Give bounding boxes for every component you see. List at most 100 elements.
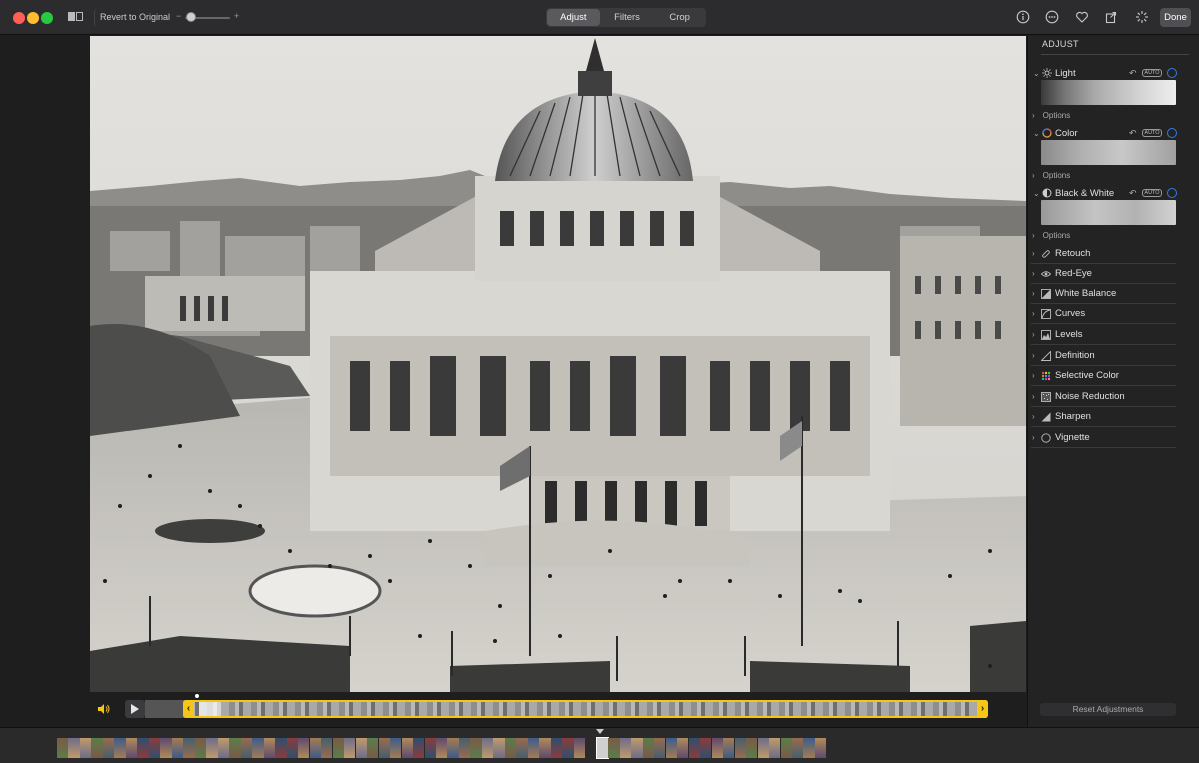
undo-icon[interactable]: ↶: [1129, 68, 1137, 79]
tool-row-white-balance[interactable]: › White Balance: [1031, 284, 1176, 304]
filmstrip-thumbnail[interactable]: [585, 738, 596, 758]
filmstrip-thumbnail[interactable]: [608, 738, 620, 758]
filmstrip-thumbnail[interactable]: [780, 738, 792, 758]
filmstrip-thumbnail[interactable]: [447, 738, 459, 758]
filmstrip-thumbnail[interactable]: [183, 738, 195, 758]
filmstrip-thumbnail[interactable]: [677, 738, 689, 758]
filmstrip-thumbnail[interactable]: [631, 738, 643, 758]
trim-start-handle[interactable]: ‹: [183, 700, 194, 718]
filmstrip-thumbnail[interactable]: [275, 738, 287, 758]
tab-crop[interactable]: Crop: [653, 8, 706, 27]
filmstrip-thumbnail[interactable]: [746, 738, 758, 758]
options-toggle[interactable]: › Options: [1032, 111, 1070, 120]
filmstrip-thumbnail[interactable]: [481, 738, 494, 758]
toggle-ring-icon[interactable]: [1167, 188, 1177, 198]
chevron-down-icon[interactable]: ⌄: [1033, 69, 1040, 78]
filmstrip-thumbnail[interactable]: [413, 738, 425, 758]
compare-icon[interactable]: [68, 11, 84, 23]
filmstrip-thumbnail[interactable]: [493, 738, 505, 758]
filmstrip-thumbnail[interactable]: [619, 738, 632, 758]
filmstrip-thumbnail[interactable]: [734, 738, 746, 758]
trim-range[interactable]: ‹ ›: [183, 700, 988, 718]
filmstrip-thumbnail[interactable]: [68, 738, 80, 758]
filmstrip-thumbnail[interactable]: [665, 738, 677, 758]
toggle-ring-icon[interactable]: [1167, 68, 1177, 78]
filmstrip-thumbnail[interactable]: [527, 738, 540, 758]
filmstrip-thumbnail[interactable]: [562, 738, 574, 758]
filmstrip-thumbnail[interactable]: [595, 737, 610, 759]
filmstrip-thumbnail[interactable]: [355, 738, 367, 758]
filmstrip-thumbnail[interactable]: [148, 738, 161, 758]
filmstrip-thumbnail[interactable]: [252, 738, 264, 758]
chevron-down-icon[interactable]: ⌄: [1033, 189, 1040, 198]
filmstrip-thumbnail[interactable]: [263, 738, 276, 758]
filmstrip-thumbnail[interactable]: [194, 738, 207, 758]
filmstrip-thumbnail[interactable]: [642, 738, 654, 758]
filmstrip-thumbnail[interactable]: [424, 738, 436, 758]
tool-row-levels[interactable]: › Levels: [1031, 325, 1176, 345]
close-window-button[interactable]: [13, 12, 25, 24]
info-icon[interactable]: [1016, 10, 1030, 24]
playhead-marker[interactable]: [195, 694, 199, 698]
reset-adjustments-button[interactable]: Reset Adjustments: [1040, 703, 1176, 716]
filmstrip-thumbnail[interactable]: [217, 738, 230, 758]
tab-filters[interactable]: Filters: [601, 8, 654, 27]
toggle-ring-icon[interactable]: [1167, 128, 1177, 138]
filmstrip-thumbnail[interactable]: [458, 738, 471, 758]
filmstrip-thumbnail[interactable]: [125, 738, 138, 758]
filmstrip-thumbnail[interactable]: [57, 738, 69, 758]
filmstrip-thumbnail[interactable]: [401, 738, 413, 758]
filmstrip-thumbnail[interactable]: [700, 738, 712, 758]
filmstrip-thumbnail[interactable]: [79, 738, 92, 758]
filmstrip-thumbnail[interactable]: [102, 738, 115, 758]
zoom-slider-knob[interactable]: [186, 12, 196, 22]
undo-icon[interactable]: ↶: [1129, 188, 1137, 199]
filmstrip-thumbnail[interactable]: [435, 738, 448, 758]
color-slider-strip[interactable]: [1041, 140, 1176, 165]
filmstrip-thumbnail[interactable]: [240, 738, 253, 758]
filmstrip-thumbnail[interactable]: [711, 738, 723, 758]
filmstrip-thumbnail[interactable]: [769, 738, 781, 758]
revert-to-original-button[interactable]: Revert to Original: [94, 9, 176, 26]
undo-icon[interactable]: ↶: [1129, 128, 1137, 139]
filmstrip-thumbnail[interactable]: [298, 738, 310, 758]
chevron-down-icon[interactable]: ⌄: [1033, 129, 1040, 138]
filmstrip-thumbnail[interactable]: [114, 738, 126, 758]
options-toggle[interactable]: › Options: [1032, 171, 1070, 180]
more-icon[interactable]: [1045, 10, 1059, 24]
tool-row-red-eye[interactable]: › Red-Eye: [1031, 264, 1176, 284]
filmstrip-thumbnail[interactable]: [516, 738, 528, 758]
filmstrip-thumbnail[interactable]: [344, 738, 356, 758]
tool-row-curves[interactable]: › Curves: [1031, 304, 1176, 324]
trim-end-handle[interactable]: ›: [977, 700, 988, 718]
auto-button[interactable]: AUTO: [1142, 69, 1162, 77]
filmstrip-thumbnail[interactable]: [229, 738, 241, 758]
auto-enhance-icon[interactable]: [1135, 10, 1149, 24]
filmstrip-thumbnail[interactable]: [470, 738, 482, 758]
filmstrip-thumbnail[interactable]: [91, 738, 103, 758]
filmstrip-thumbnail[interactable]: [171, 738, 184, 758]
filmstrip-thumbnail[interactable]: [137, 738, 149, 758]
filmstrip-thumbnail[interactable]: [723, 738, 735, 758]
filmstrip-thumbnail[interactable]: [539, 738, 551, 758]
tool-row-vignette[interactable]: › Vignette: [1031, 428, 1176, 448]
filmstrip-thumbnail[interactable]: [160, 738, 172, 758]
light-slider-strip[interactable]: [1041, 80, 1176, 105]
volume-icon[interactable]: [97, 703, 111, 715]
photo-canvas[interactable]: [90, 36, 1026, 692]
filmstrip-thumbnail[interactable]: [321, 738, 333, 758]
auto-button[interactable]: AUTO: [1142, 189, 1162, 197]
filmstrip-thumbnail[interactable]: [504, 738, 517, 758]
filmstrip-thumbnail[interactable]: [688, 738, 700, 758]
filmstrip-thumbnail[interactable]: [286, 738, 298, 758]
tool-row-selective-color[interactable]: › Selective Color: [1031, 366, 1176, 386]
filmstrip-thumbnail[interactable]: [814, 738, 827, 758]
filmstrip-thumbnail[interactable]: [206, 738, 218, 758]
auto-button[interactable]: AUTO: [1142, 129, 1162, 137]
tool-row-sharpen[interactable]: › Sharpen: [1031, 407, 1176, 427]
minimize-window-button[interactable]: [27, 12, 39, 24]
filmstrip-thumbnail[interactable]: [654, 738, 666, 758]
share-icon[interactable]: [1104, 10, 1118, 24]
filmstrip-thumbnail[interactable]: [792, 738, 804, 758]
filmstrip-thumbnail[interactable]: [367, 738, 379, 758]
